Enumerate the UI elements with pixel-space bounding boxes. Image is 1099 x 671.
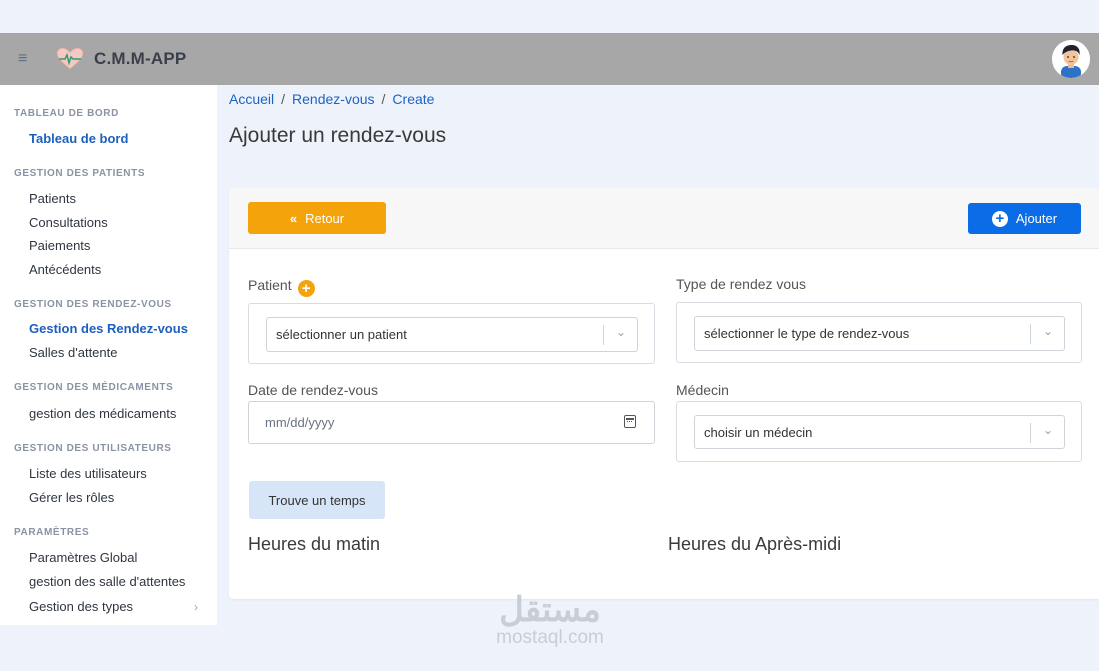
breadcrumb-separator: / <box>281 91 286 107</box>
select-divider <box>1030 423 1031 443</box>
patient-label-group: Patient + <box>248 277 315 297</box>
navbar: ≡ C.M.M-APP <box>0 33 1099 85</box>
breadcrumb-separator: / <box>381 91 386 107</box>
back-button[interactable]: « Retour <box>248 202 386 234</box>
morning-hours-heading: Heures du matin <box>248 534 381 554</box>
watermark-latin: mostaql.com <box>496 627 604 648</box>
sidebar-item-global-settings[interactable]: Paramètres Global <box>29 550 137 565</box>
sidebar-item-paiements[interactable]: Paiements <box>29 238 90 253</box>
calendar-icon[interactable] <box>624 415 636 428</box>
add-button[interactable]: + Ajouter <box>968 203 1081 234</box>
sidebar: TABLEAU DE BORD Tableau de bord GESTION … <box>0 85 217 625</box>
watermark-logo: مستقل mostaql.com <box>470 592 630 648</box>
patient-label: Patient <box>248 277 292 293</box>
sidebar-item-patients[interactable]: Patients <box>29 191 76 206</box>
sidebar-item-types[interactable]: Gestion des types <box>29 599 133 614</box>
watermark-arabic: مستقل <box>499 591 601 629</box>
date-input-placeholder: mm/dd/yyyy <box>265 415 335 430</box>
back-button-label: Retour <box>305 210 345 226</box>
chevron-down-icon[interactable]: ⌄ <box>1043 324 1053 338</box>
patient-select[interactable]: sélectionner un patient ⌄ <box>266 317 638 352</box>
type-field-box: sélectionner le type de rendez-vous ⌄ <box>676 302 1082 363</box>
chevron-down-icon[interactable]: ⌄ <box>616 325 626 339</box>
hamburger-menu-icon[interactable]: ≡ <box>18 51 36 67</box>
add-button-label: Ajouter <box>1015 211 1058 226</box>
doctor-label: Médecin <box>676 382 729 398</box>
top-strip <box>0 0 1099 33</box>
sidebar-section-appointments: GESTION DES RENDEZ-VOUS <box>14 299 172 310</box>
sidebar-section-patients: GESTION DES PATIENTS <box>14 168 146 179</box>
patient-select-value: sélectionner un patient <box>276 327 407 342</box>
page-title: Ajouter un rendez-vous <box>229 124 447 147</box>
add-patient-icon[interactable]: + <box>297 280 315 297</box>
patient-field-box: sélectionner un patient ⌄ <box>248 303 655 364</box>
chevron-right-icon[interactable]: › <box>194 600 198 614</box>
doctor-select-value: choisir un médecin <box>704 424 813 440</box>
sidebar-section-medications: GESTION DES MÉDICAMENTS <box>14 382 174 393</box>
sidebar-item-medications[interactable]: gestion des médicaments <box>29 406 176 421</box>
sidebar-item-dashboard[interactable]: Tableau de bord <box>29 131 128 146</box>
appointment-type-label: Type de rendez vous <box>676 276 806 292</box>
plus-circle-icon: + <box>991 210 1008 227</box>
heart-pulse-logo-icon <box>56 47 84 71</box>
breadcrumb-appointments[interactable]: Rendez-vous <box>292 91 375 107</box>
double-chevron-left-icon: « <box>289 210 298 226</box>
sidebar-item-waiting-room-settings[interactable]: gestion des salle d'attentes <box>29 574 185 589</box>
afternoon-hours-heading: Heures du Après-midi <box>668 534 842 554</box>
sidebar-item-consultations[interactable]: Consultations <box>29 215 108 230</box>
sidebar-section-dashboard: TABLEAU DE BORD <box>14 108 119 119</box>
sidebar-item-antecedents[interactable]: Antécédents <box>29 262 101 277</box>
sidebar-item-user-list[interactable]: Liste des utilisateurs <box>29 466 147 481</box>
doctor-select[interactable]: choisir un médecin ⌄ <box>694 415 1065 449</box>
breadcrumb: Accueil / Rendez-vous / Create <box>229 91 434 107</box>
sidebar-section-users: GESTION DES UTILISATEURS <box>14 443 172 454</box>
doctor-field-box: choisir un médecin ⌄ <box>676 401 1082 462</box>
sidebar-item-waiting-rooms[interactable]: Salles d'attente <box>29 345 118 360</box>
sidebar-item-appointments[interactable]: Gestion des Rendez-vous <box>29 321 188 336</box>
appointment-type-select[interactable]: sélectionner le type de rendez-vous ⌄ <box>694 316 1065 351</box>
find-time-button[interactable]: Trouve un temps <box>249 481 385 519</box>
card-header: « Retour + Ajouter <box>229 188 1099 249</box>
appointment-form-card: « Retour + Ajouter Patient + sélectionner… <box>229 188 1099 599</box>
appointment-type-select-value: sélectionner le type de rendez-vous <box>704 326 910 341</box>
select-divider <box>603 325 604 345</box>
chevron-down-icon[interactable]: ⌄ <box>1043 423 1053 437</box>
sidebar-section-settings: PARAMÈTRES <box>14 527 90 538</box>
user-avatar[interactable] <box>1052 40 1090 78</box>
sidebar-item-roles[interactable]: Gérer les rôles <box>29 490 114 505</box>
date-input[interactable]: mm/dd/yyyy <box>248 401 655 444</box>
date-label: Date de rendez-vous <box>248 382 378 398</box>
app-brand[interactable]: C.M.M-APP <box>94 49 186 69</box>
breadcrumb-current[interactable]: Create <box>392 91 434 107</box>
breadcrumb-home[interactable]: Accueil <box>229 91 274 107</box>
select-divider <box>1030 324 1031 344</box>
